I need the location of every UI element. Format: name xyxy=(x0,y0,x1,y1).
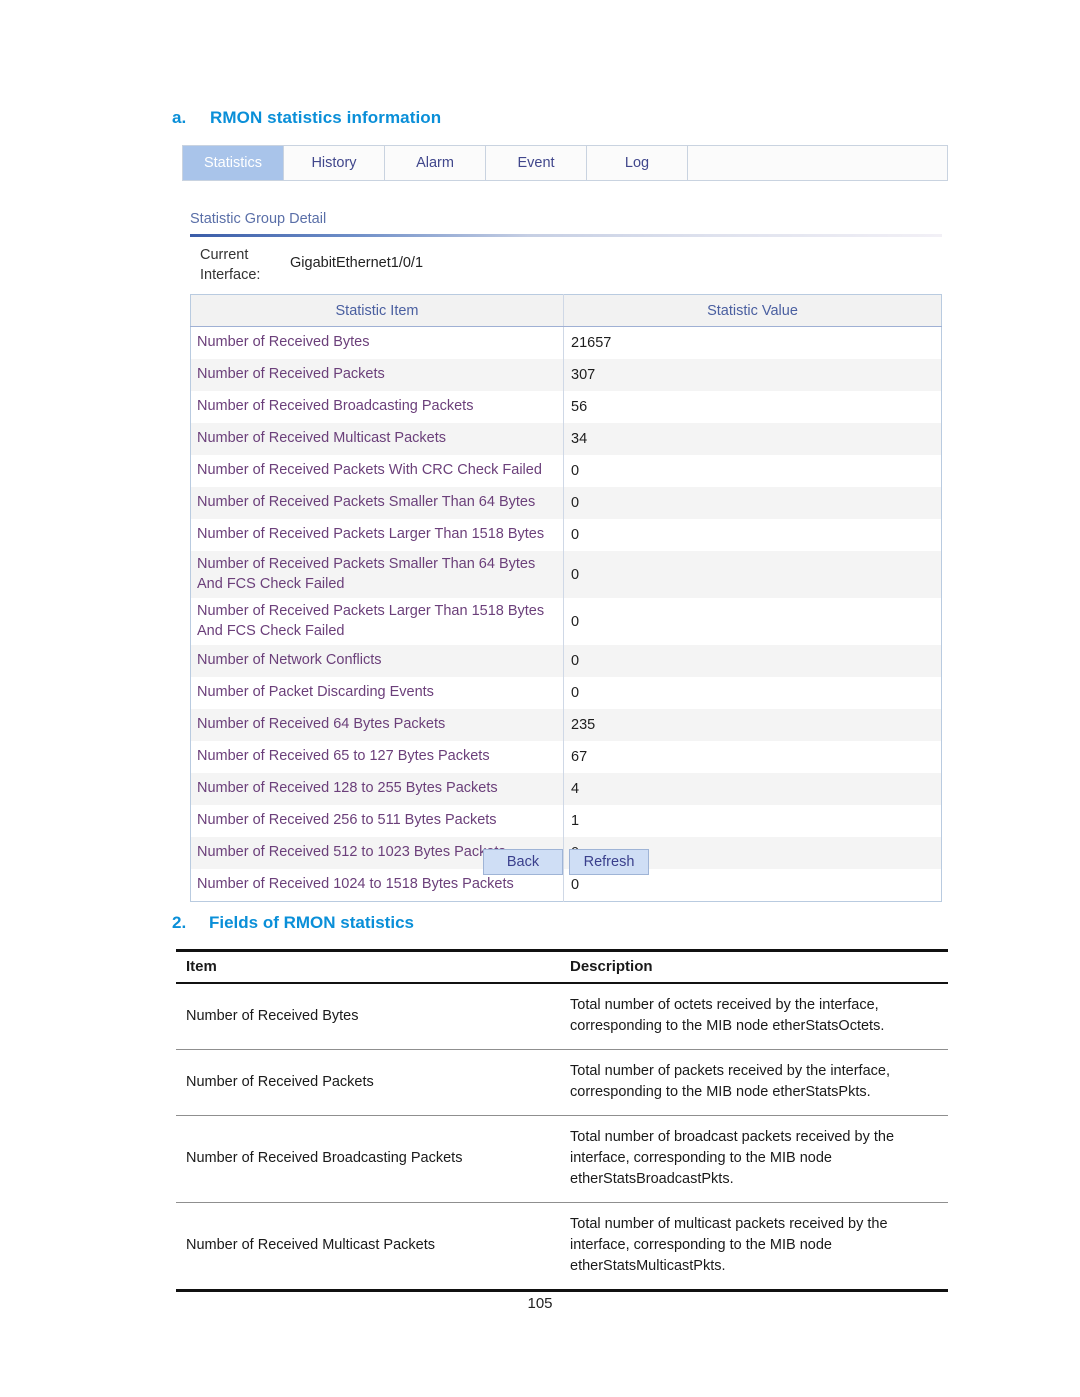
table-row: Number of Received Bytes 21657 xyxy=(190,326,942,359)
section-a-heading: a. RMON statistics information xyxy=(172,108,872,128)
table-row: Number of Received 64 Bytes Packets 235 xyxy=(190,709,942,741)
statistics-header-row: Statistic Item Statistic Value xyxy=(190,294,942,327)
fields-table-head: Item Description xyxy=(176,949,948,984)
statistic-value: 0 xyxy=(571,685,580,701)
statistic-value: 1 xyxy=(571,813,580,829)
statistic-item: Number of Received Packets Larger Than 1… xyxy=(190,519,564,551)
current-interface-value: GigabitEthernet1/0/1 xyxy=(290,255,424,271)
statistic-item: Number of Received 65 to 127 Bytes Packe… xyxy=(190,741,564,773)
statistic-item: Number of Network Conflicts xyxy=(190,645,564,677)
statistic-item: Number of Received 128 to 255 Bytes Pack… xyxy=(190,773,564,805)
statistic-item: Number of Received Bytes xyxy=(190,326,564,359)
statistic-value: 0 xyxy=(571,613,580,630)
statistic-item: Number of Received Packets Larger Than 1… xyxy=(190,598,564,645)
tab-event[interactable]: Event xyxy=(486,146,587,180)
statistics-table-body: Number of Received Bytes 21657 Number of… xyxy=(190,326,942,902)
statistic-value: 34 xyxy=(563,423,942,455)
tab-alarm[interactable]: Alarm xyxy=(385,146,486,180)
statistics-table-head: Statistic Item Statistic Value xyxy=(190,294,942,327)
table-row: Number of Received Packets Total number … xyxy=(176,1049,948,1116)
tab-log[interactable]: Log xyxy=(587,146,688,180)
fields-table-body: Number of Received Bytes Total number of… xyxy=(176,983,948,1292)
table-row: Number of Packet Discarding Events 0 xyxy=(190,677,942,709)
statistic-item: Number of Received Multicast Packets xyxy=(190,423,564,455)
tab-bar: Statistics History Alarm Event Log xyxy=(182,145,948,181)
statistic-value: 235 xyxy=(563,709,942,741)
back-button[interactable]: Back xyxy=(483,849,563,875)
table-row: Number of Received Broadcasting Packets … xyxy=(176,1115,948,1203)
statistic-item: Number of Received Packets With CRC Chec… xyxy=(190,455,564,487)
statistic-item: Number of Received Packets xyxy=(190,359,564,391)
statistic-value: 0 xyxy=(563,487,942,519)
current-interface-label: Current Interface: xyxy=(200,247,261,283)
fields-header-row: Item Description xyxy=(176,952,948,984)
statistic-item: Number of Received 256 to 511 Bytes Pack… xyxy=(190,805,564,837)
current-interface-row: Current Interface: GigabitEthernet1/0/1 xyxy=(190,245,942,289)
statistic-value: 4 xyxy=(563,773,942,805)
table-row: Number of Received Bytes Total number of… xyxy=(176,983,948,1050)
fields-of-rmon-statistics-table: Item Description Number of Received Byte… xyxy=(176,949,948,1292)
group-title-divider xyxy=(190,234,942,237)
statistic-value: 67 xyxy=(571,749,588,765)
statistic-item: Number of Received Broadcasting Packets xyxy=(190,391,564,423)
table-row: Number of Received Packets Larger Than 1… xyxy=(190,598,942,645)
column-header-item: Item xyxy=(176,952,560,984)
statistic-item: Number of Received Packets Smaller Than … xyxy=(190,551,564,598)
statistic-group-detail-title: Statistic Group Detail xyxy=(190,211,327,227)
statistic-item: Number of Received Packets Smaller Than … xyxy=(190,487,564,519)
statistic-value: 0 xyxy=(571,463,580,479)
table-row: Number of Received Packets With CRC Chec… xyxy=(190,455,942,487)
statistic-value: 0 xyxy=(563,645,942,677)
section-a-marker: a. xyxy=(172,108,187,127)
tab-history[interactable]: History xyxy=(284,146,385,180)
table-row: Number of Received 256 to 511 Bytes Pack… xyxy=(190,805,942,837)
page-number: 105 xyxy=(527,1295,553,1312)
statistics-table: Statistic Item Statistic Value Number of… xyxy=(190,294,942,902)
statistic-value: 56 xyxy=(571,399,588,415)
statistic-value: 0 xyxy=(563,551,942,598)
statistic-value: 21657 xyxy=(571,335,612,351)
section-2-marker: 2. xyxy=(172,913,187,932)
statistic-value: 0 xyxy=(571,527,580,543)
table-row: Number of Received Packets Larger Than 1… xyxy=(190,519,942,551)
field-item: Number of Received Broadcasting Packets xyxy=(176,1115,560,1203)
statistic-value: 307 xyxy=(563,359,942,391)
column-header-statistic-value: Statistic Value xyxy=(563,294,942,327)
table-row: Number of Received 128 to 255 Bytes Pack… xyxy=(190,773,942,805)
statistic-item: Number of Packet Discarding Events xyxy=(190,677,564,709)
table-row: Number of Received Multicast Packets 34 xyxy=(190,423,942,455)
section-2-heading: 2. Fields of RMON statistics xyxy=(172,913,414,933)
column-header-description: Description xyxy=(560,952,948,984)
table-row: Number of Received 65 to 127 Bytes Packe… xyxy=(190,741,942,773)
statistic-item: Number of Received 64 Bytes Packets xyxy=(190,709,564,741)
field-item: Number of Received Multicast Packets xyxy=(176,1202,560,1292)
tab-bar-filler xyxy=(688,146,947,180)
table-row: Number of Received Packets Smaller Than … xyxy=(190,487,942,519)
rmon-web-ui-panel: Statistics History Alarm Event Log Stati… xyxy=(182,145,948,902)
table-row: Number of Received Packets 307 xyxy=(190,359,942,391)
tab-statistics[interactable]: Statistics xyxy=(183,146,284,180)
table-row: Number of Received Broadcasting Packets … xyxy=(190,391,942,423)
field-item: Number of Received Packets xyxy=(176,1049,560,1116)
action-button-row: Back Refresh xyxy=(190,849,942,875)
table-row: Number of Network Conflicts 0 xyxy=(190,645,942,677)
field-description: Total number of broadcast packets receiv… xyxy=(560,1115,948,1203)
refresh-button[interactable]: Refresh xyxy=(569,849,649,875)
field-item: Number of Received Bytes xyxy=(176,983,560,1050)
section-a-title: RMON statistics information xyxy=(210,108,442,127)
field-description: Total number of octets received by the i… xyxy=(560,983,948,1050)
table-row: Number of Received Multicast Packets Tot… xyxy=(176,1202,948,1292)
section-2-title: Fields of RMON statistics xyxy=(209,913,414,932)
field-description: Total number of packets received by the … xyxy=(560,1049,948,1116)
table-row: Number of Received Packets Smaller Than … xyxy=(190,551,942,598)
field-description: Total number of multicast packets receiv… xyxy=(560,1202,948,1292)
column-header-statistic-item: Statistic Item xyxy=(190,294,564,327)
